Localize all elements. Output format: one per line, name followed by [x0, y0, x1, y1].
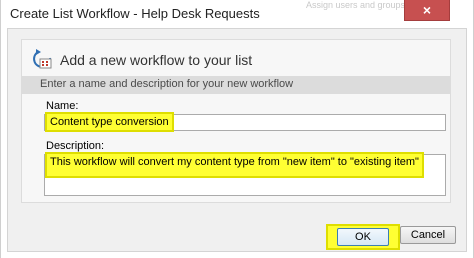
close-icon: ×: [422, 2, 432, 18]
cancel-button[interactable]: Cancel: [400, 226, 456, 244]
name-label: Name:: [46, 100, 79, 112]
background-window-text: Assign users and groups: [306, 0, 406, 10]
name-highlight: Content type conversion: [45, 112, 174, 132]
close-button[interactable]: ×: [404, 0, 450, 21]
description-label: Description:: [46, 140, 105, 152]
dialog-content: Add a new workflow to your list Enter a …: [7, 28, 467, 252]
workflow-icon: [33, 49, 52, 69]
title-bar[interactable]: Create List Workflow - Help Desk Request…: [1, 0, 473, 28]
dialog-window: Create List Workflow - Help Desk Request…: [0, 0, 474, 258]
form-panel: Add a new workflow to your list Enter a …: [21, 39, 451, 203]
section-band: Enter a name and description for your ne…: [22, 76, 450, 94]
ok-button[interactable]: OK: [337, 228, 389, 246]
name-value: Content type conversion: [47, 114, 172, 130]
section-label: Enter a name and description for your ne…: [40, 78, 294, 90]
window-title: Create List Workflow - Help Desk Request…: [10, 6, 260, 21]
ok-highlight: OK: [326, 224, 400, 250]
description-value: This workflow will convert my content ty…: [47, 154, 422, 176]
header-title: Add a new workflow to your list: [60, 52, 253, 68]
description-highlight: This workflow will convert my content ty…: [45, 152, 424, 178]
